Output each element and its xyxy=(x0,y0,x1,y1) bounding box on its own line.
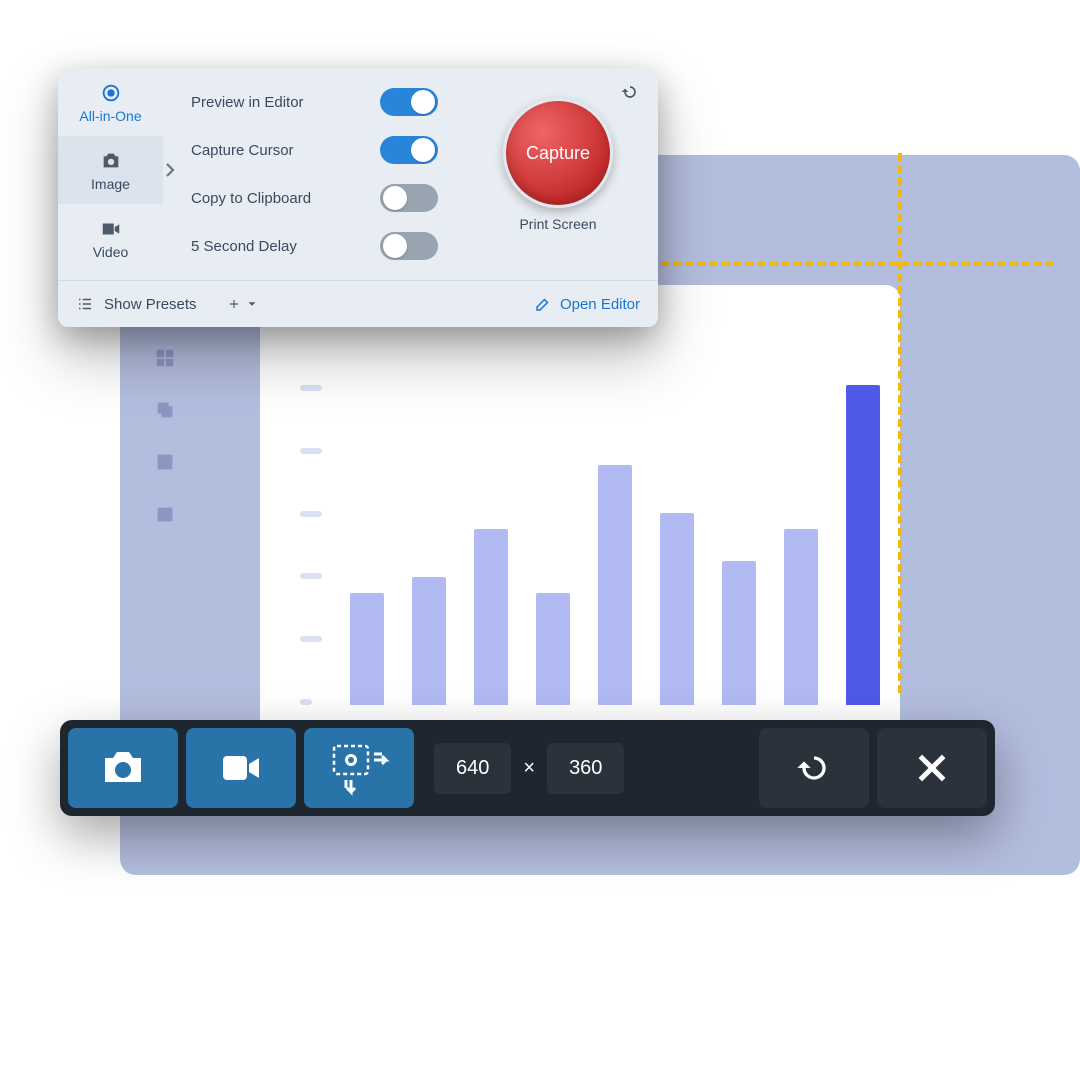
circle-dot-icon xyxy=(100,82,122,104)
tab-all-in-one[interactable]: All-in-One xyxy=(58,68,163,136)
option-label: Copy to Clipboard xyxy=(191,190,311,207)
option-label: Capture Cursor xyxy=(191,142,294,159)
capture-toolbar: 640 × 360 xyxy=(60,720,995,816)
option-label: 5 Second Delay xyxy=(191,238,297,255)
capture-options: Preview in Editor Capture Cursor Copy to… xyxy=(163,68,458,280)
undo-icon xyxy=(794,748,834,788)
chart-bar xyxy=(350,593,384,705)
tab-label: All-in-One xyxy=(79,108,141,124)
dashboard-chart-card xyxy=(260,285,900,745)
toggle-capture-cursor[interactable] xyxy=(380,136,438,164)
layers-icon xyxy=(154,399,176,421)
option-capture-cursor: Capture Cursor xyxy=(191,126,458,174)
crosshair-vertical xyxy=(898,153,902,693)
undo-button[interactable] xyxy=(620,82,640,107)
capture-dimensions: 640 × 360 xyxy=(434,743,624,794)
option-copy-to-clipboard: Copy to Clipboard xyxy=(191,174,458,222)
width-input[interactable]: 640 xyxy=(434,743,511,794)
bar-chart xyxy=(300,385,880,705)
close-icon xyxy=(912,748,952,788)
chart-bar xyxy=(784,529,818,705)
chevron-right-icon xyxy=(161,152,179,188)
toggle-copy-to-clipboard[interactable] xyxy=(380,184,438,212)
caret-down-icon xyxy=(245,297,259,311)
toggle-5-second-delay[interactable] xyxy=(380,232,438,260)
scrolling-capture-button[interactable] xyxy=(304,728,414,808)
add-preset-button[interactable] xyxy=(227,297,259,311)
redo-capture-button[interactable] xyxy=(759,728,869,808)
chart-bar xyxy=(722,561,756,705)
option-5-second-delay: 5 Second Delay xyxy=(191,222,458,270)
tab-video[interactable]: Video xyxy=(58,204,163,272)
capture-button[interactable]: Capture xyxy=(503,98,613,208)
camera-icon xyxy=(99,744,147,792)
tab-label: Image xyxy=(91,176,130,192)
undo-icon xyxy=(620,82,640,102)
camera-icon xyxy=(100,150,122,172)
video-icon xyxy=(217,744,265,792)
square-icon xyxy=(154,451,176,473)
capture-mode-tabs: All-in-One Image Video xyxy=(58,68,163,280)
capture-hotkey-hint: Print Screen xyxy=(458,216,658,232)
grid-icon xyxy=(154,347,176,369)
option-label: Preview in Editor xyxy=(191,94,304,111)
capture-panel: All-in-One Image Video Preview in Editor… xyxy=(58,68,658,327)
chart-bar xyxy=(660,513,694,705)
open-editor-button[interactable]: Open Editor xyxy=(534,295,640,313)
chart-bar xyxy=(412,577,446,705)
capture-video-button[interactable] xyxy=(186,728,296,808)
list-icon xyxy=(76,295,94,313)
toggle-preview-in-editor[interactable] xyxy=(380,88,438,116)
calendar-icon xyxy=(154,503,176,525)
tab-image[interactable]: Image xyxy=(58,136,163,204)
chart-bar xyxy=(598,465,632,705)
times-symbol: × xyxy=(523,757,535,780)
cancel-capture-button[interactable] xyxy=(877,728,987,808)
show-presets-label: Show Presets xyxy=(104,296,197,313)
plus-icon xyxy=(227,297,241,311)
show-presets-button[interactable]: Show Presets xyxy=(76,295,197,313)
video-icon xyxy=(100,218,122,240)
open-editor-label: Open Editor xyxy=(560,296,640,313)
height-input[interactable]: 360 xyxy=(547,743,624,794)
chart-bar xyxy=(536,593,570,705)
capture-image-button[interactable] xyxy=(68,728,178,808)
tab-label: Video xyxy=(93,244,129,260)
chart-bar xyxy=(474,529,508,705)
option-preview-in-editor: Preview in Editor xyxy=(191,78,458,126)
capture-button-label: Capture xyxy=(526,143,590,164)
chart-bar xyxy=(846,385,880,705)
scrolling-capture-icon xyxy=(324,740,394,796)
edit-icon xyxy=(534,295,552,313)
